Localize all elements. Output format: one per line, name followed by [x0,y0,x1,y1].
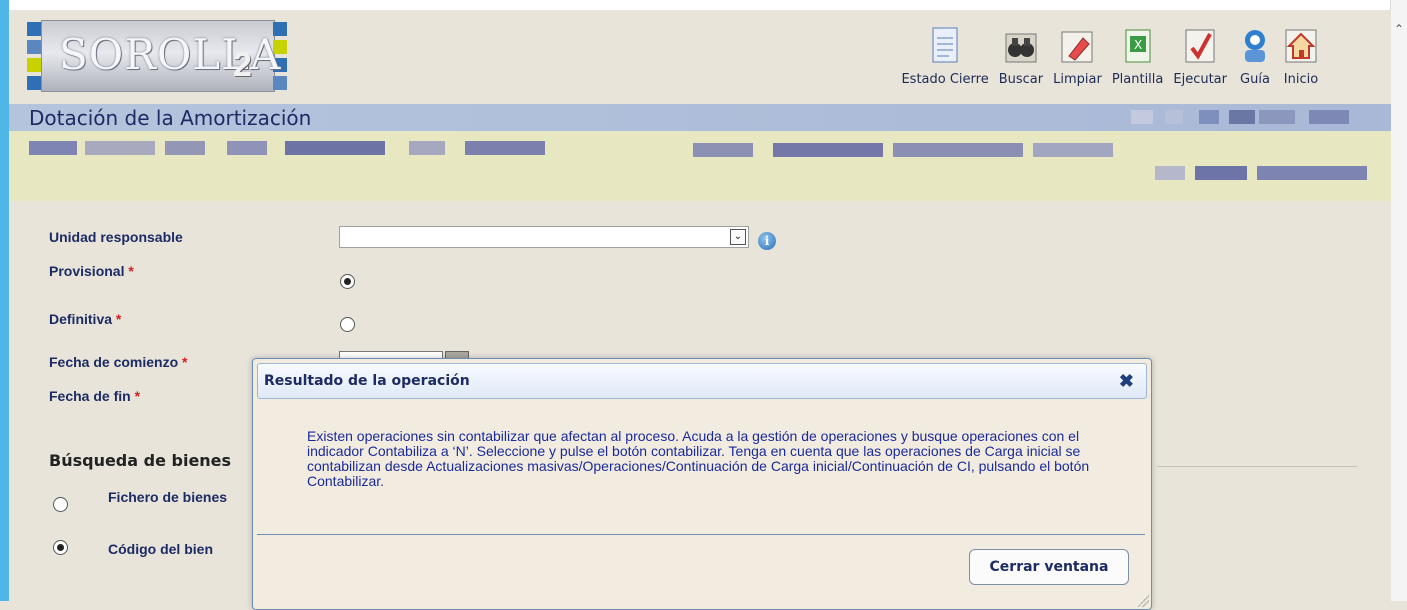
busqueda-bienes-title: Búsqueda de bienes [49,451,232,470]
toolbar-plantilla[interactable]: X Plantilla [1111,16,1164,96]
definitiva-label: Definitiva * [49,311,122,327]
binoculars-icon [1003,26,1039,66]
toolbar-label: Ejecutar [1173,72,1227,87]
close-window-button[interactable]: Cerrar ventana [969,549,1129,585]
checkmark-icon [1182,26,1218,66]
home-icon [1283,26,1319,66]
document-icon [927,26,963,66]
eraser-icon [1059,26,1095,66]
fecha-fin-label: Fecha de fin * [49,388,141,404]
vertical-scrollbar[interactable]: ⌃ [1390,0,1407,601]
unidad-responsable-label: Unidad responsable [49,229,183,245]
resize-handle-icon[interactable] [1137,595,1149,607]
top-strip [9,0,1391,10]
toolbar-label: Estado Cierre [901,72,989,87]
svg-text:X: X [1134,38,1142,52]
page-title: Dotación de la Amortización [29,106,312,130]
codigo-bien-radio[interactable] [53,540,68,555]
toolbar-estado-cierre[interactable]: Estado Cierre [901,16,989,96]
result-dialog: Resultado de la operación ✖ Existen oper… [252,358,1152,610]
toolbar-ejecutar[interactable]: Ejecutar [1173,16,1227,96]
left-accent-bar [0,0,9,601]
logo-number: 2 [233,46,252,84]
fichero-bienes-radio[interactable] [53,497,68,512]
toolbar-label: Limpiar [1053,72,1102,87]
sorolla-logo: SOROLLA 2 [27,14,289,100]
page-title-band: Dotación de la Amortización [9,104,1391,131]
toolbar-label: Buscar [998,72,1044,87]
dialog-title: Resultado de la operación [264,373,470,389]
close-icon[interactable]: ✖ [1119,371,1134,392]
chevron-down-icon[interactable]: ⌄ [730,229,746,245]
toolbar-label: Inicio [1283,72,1319,87]
unidad-responsable-select[interactable]: ⌄ [339,226,749,248]
toolbar: Estado Cierre Buscar Limpiar X Plantilla… [891,16,1319,96]
toolbar-limpiar[interactable]: Limpiar [1053,16,1102,96]
toolbar-label: Guía [1240,72,1270,87]
toolbar-buscar[interactable]: Buscar [999,16,1043,96]
help-person-icon [1237,26,1273,66]
spreadsheet-icon: X [1120,26,1156,66]
toolbar-label: Plantilla [1111,72,1164,87]
dialog-header: Resultado de la operación ✖ [257,363,1147,399]
provisional-radio[interactable] [340,274,355,289]
dialog-message: Existen operaciones sin contabilizar que… [307,428,1090,489]
dialog-divider [257,534,1145,535]
user-info-band [9,131,1391,201]
section-divider [1157,466,1357,467]
provisional-label: Provisional * [49,263,134,279]
app-header: SOROLLA 2 Estado Cierre Buscar Limpiar X [9,10,1391,104]
fichero-bienes-label: Fichero de bienes [108,489,228,505]
codigo-bien-label: Código del bien [108,541,213,557]
scroll-up-icon[interactable]: ⌃ [1394,23,1404,35]
toolbar-inicio[interactable]: Inicio [1283,16,1319,96]
fecha-comienzo-label: Fecha de comienzo * [49,354,188,370]
definitiva-radio[interactable] [340,317,355,332]
toolbar-guia[interactable]: Guía [1237,16,1273,96]
info-icon[interactable]: i [758,232,776,250]
